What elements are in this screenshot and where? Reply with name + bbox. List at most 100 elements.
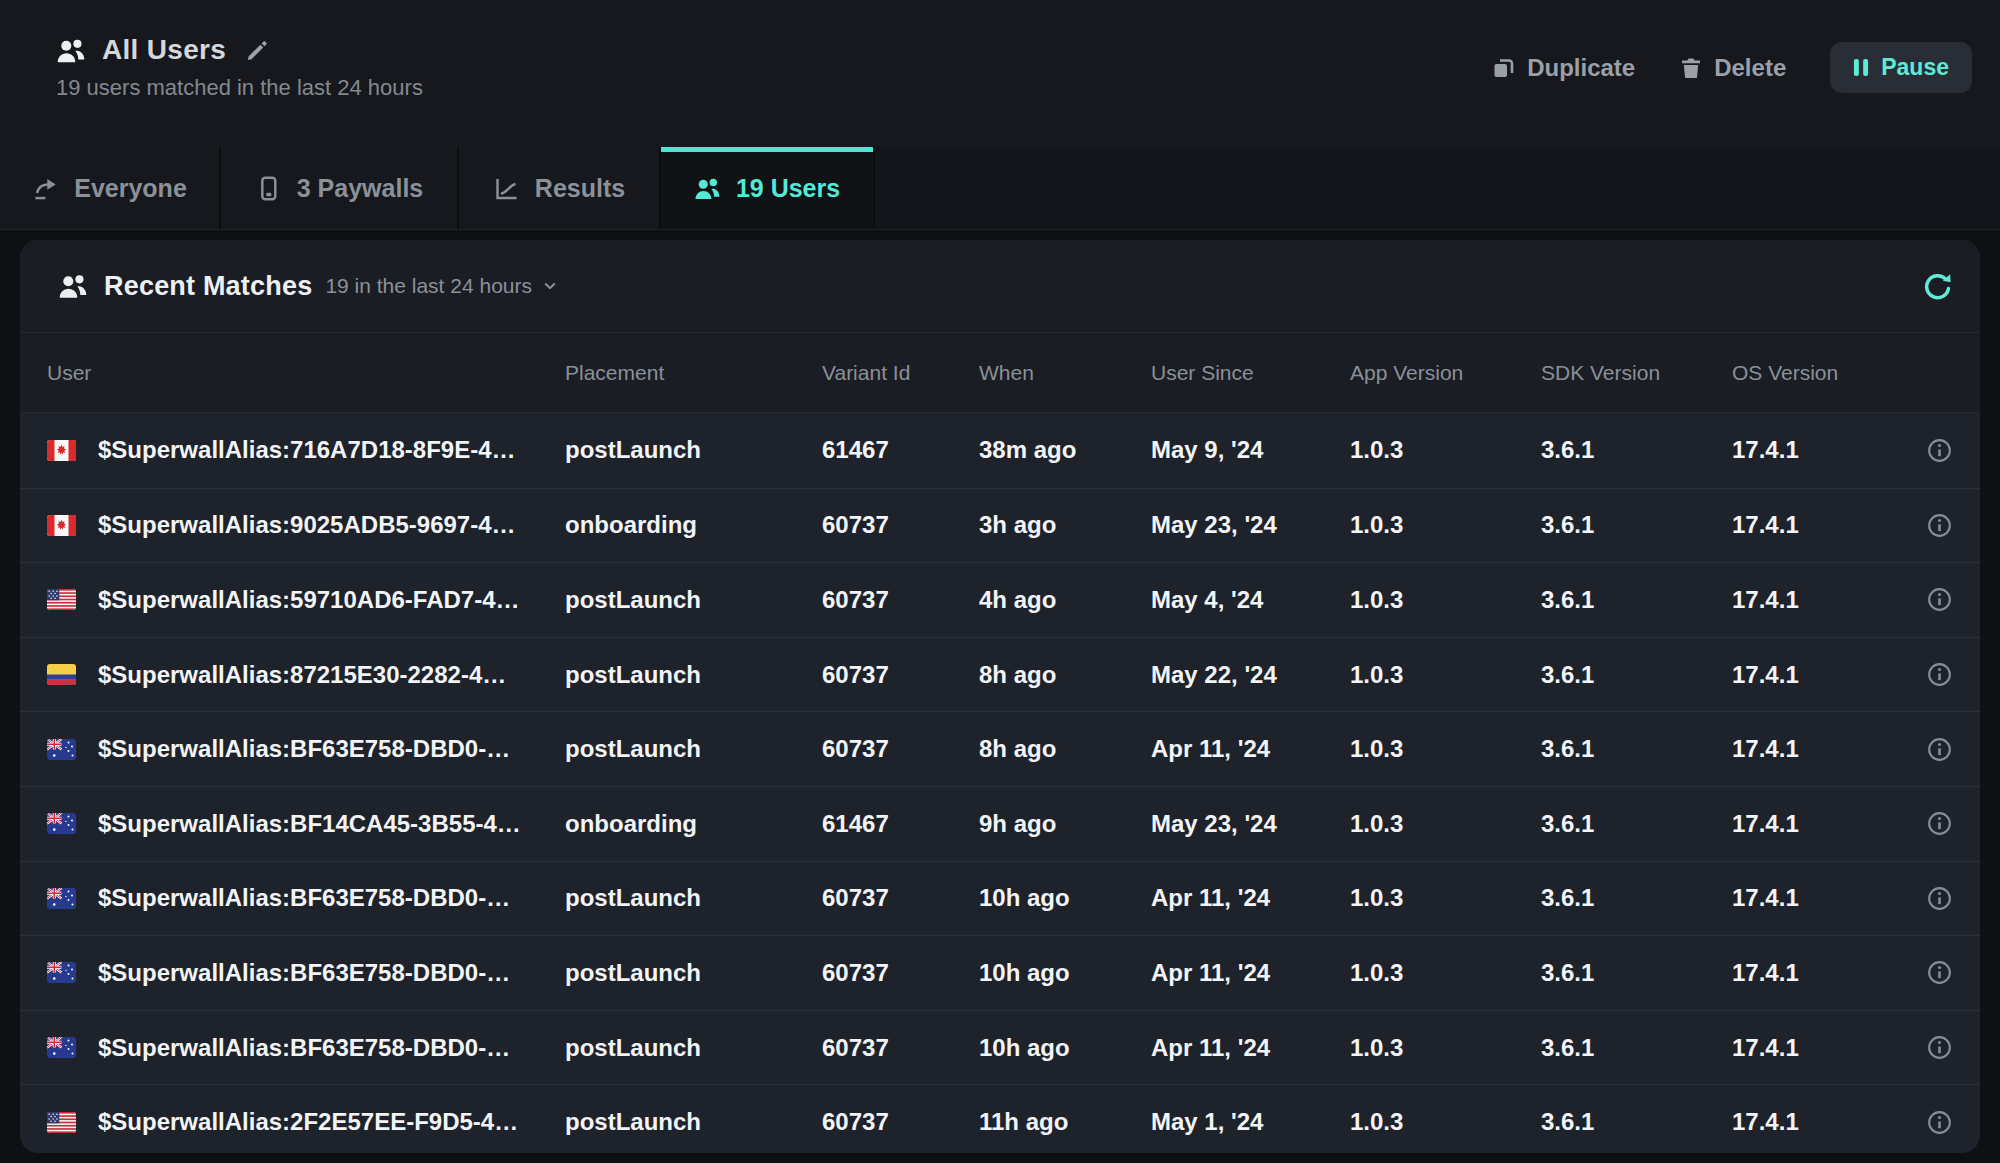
user-alias: $SuperwallAlias:BF63E758-DBD0-… (98, 735, 510, 763)
info-icon[interactable] (1926, 959, 1953, 986)
refresh-icon (1922, 271, 1953, 302)
os-version-cell: 17.4.1 (1732, 884, 1903, 912)
info-icon[interactable] (1926, 1109, 1953, 1136)
app-version-cell: 1.0.3 (1350, 1108, 1541, 1136)
table-row[interactable]: $SuperwallAlias:BF63E758-DBD0-… postLaun… (20, 861, 1980, 936)
when-cell: 10h ago (979, 884, 1151, 912)
info-icon[interactable] (1926, 512, 1953, 539)
app-version-cell: 1.0.3 (1350, 436, 1541, 464)
info-icon[interactable] (1926, 586, 1953, 613)
app-version-cell: 1.0.3 (1350, 735, 1541, 763)
sdk-version-cell: 3.6.1 (1541, 1108, 1732, 1136)
time-filter-dropdown[interactable]: 19 in the last 24 hours (325, 274, 559, 298)
variant-id-cell: 60737 (822, 586, 979, 614)
duplicate-button[interactable]: Duplicate (1492, 54, 1635, 82)
tab-paywalls[interactable]: 3 Paywalls (221, 147, 459, 229)
placement-cell: postLaunch (565, 959, 822, 987)
app-version-cell: 1.0.3 (1350, 661, 1541, 689)
app-version-cell: 1.0.3 (1350, 884, 1541, 912)
app-version-cell: 1.0.3 (1350, 959, 1541, 987)
table-row[interactable]: $SuperwallAlias:BF63E758-DBD0-… postLaun… (20, 711, 1980, 786)
user-since-cell: May 23, '24 (1151, 810, 1350, 838)
info-icon[interactable] (1926, 885, 1953, 912)
user-alias: $SuperwallAlias:87215E30-2282-4… (98, 661, 506, 689)
os-version-cell: 17.4.1 (1732, 511, 1903, 539)
user-cell: $SuperwallAlias:BF63E758-DBD0-… (47, 884, 565, 912)
sdk-version-cell: 3.6.1 (1541, 959, 1732, 987)
placement-cell: postLaunch (565, 1034, 822, 1062)
user-since-cell: Apr 11, '24 (1151, 959, 1350, 987)
os-version-cell: 17.4.1 (1732, 1034, 1903, 1062)
user-alias: $SuperwallAlias:9025ADB5-9697-4… (98, 511, 516, 539)
user-since-cell: May 23, '24 (1151, 511, 1350, 539)
variant-id-cell: 60737 (822, 1108, 979, 1136)
when-cell: 11h ago (979, 1108, 1151, 1136)
info-icon[interactable] (1926, 1034, 1953, 1061)
sdk-version-cell: 3.6.1 (1541, 436, 1732, 464)
user-cell: $SuperwallAlias:BF63E758-DBD0-… (47, 959, 565, 987)
user-alias: $SuperwallAlias:2F2E57EE-F9D5-4… (98, 1108, 518, 1136)
col-os-version: OS Version (1732, 361, 1903, 385)
table-row[interactable]: $SuperwallAlias:59710AD6-FAD7-4… postLau… (20, 562, 1980, 637)
copy-icon (1492, 56, 1516, 80)
share-icon (32, 175, 59, 202)
results-chart-icon (493, 175, 520, 202)
col-sdk-version: SDK Version (1541, 361, 1732, 385)
user-alias: $SuperwallAlias:BF63E758-DBD0-… (98, 959, 510, 987)
refresh-button[interactable] (1922, 271, 1953, 302)
main-content: Recent Matches 19 in the last 24 hours U… (0, 230, 2000, 1153)
user-cell: $SuperwallAlias:87215E30-2282-4… (47, 661, 565, 689)
info-icon[interactable] (1926, 736, 1953, 763)
when-cell: 3h ago (979, 511, 1151, 539)
flag-au-icon (47, 962, 76, 983)
sdk-version-cell: 3.6.1 (1541, 586, 1732, 614)
edit-icon[interactable] (246, 39, 269, 62)
tab-users[interactable]: 19 Users (661, 147, 875, 229)
recent-matches-card: Recent Matches 19 in the last 24 hours U… (20, 240, 1980, 1153)
flag-au-icon (47, 888, 76, 909)
user-since-cell: Apr 11, '24 (1151, 1034, 1350, 1062)
flag-au-icon (47, 1037, 76, 1058)
table-row[interactable]: $SuperwallAlias:9025ADB5-9697-4… onboard… (20, 488, 1980, 563)
recent-matches-header: Recent Matches 19 in the last 24 hours (20, 240, 1980, 333)
user-alias: $SuperwallAlias:716A7D18-8F9E-4… (98, 436, 516, 464)
flag-au-icon (47, 739, 76, 760)
user-cell: $SuperwallAlias:2F2E57EE-F9D5-4… (47, 1108, 565, 1136)
placement-cell: postLaunch (565, 661, 822, 689)
table-row[interactable]: $SuperwallAlias:BF63E758-DBD0-… postLaun… (20, 1010, 1980, 1085)
flag-ca-icon (47, 515, 76, 536)
user-since-cell: Apr 11, '24 (1151, 735, 1350, 763)
app-version-cell: 1.0.3 (1350, 586, 1541, 614)
app-version-cell: 1.0.3 (1350, 511, 1541, 539)
when-cell: 9h ago (979, 810, 1151, 838)
table-row[interactable]: $SuperwallAlias:2F2E57EE-F9D5-4… postLau… (20, 1084, 1980, 1153)
info-icon[interactable] (1926, 810, 1953, 837)
pause-button[interactable]: Pause (1830, 42, 1972, 93)
os-version-cell: 17.4.1 (1732, 1108, 1903, 1136)
os-version-cell: 17.4.1 (1732, 586, 1903, 614)
user-cell: $SuperwallAlias:59710AD6-FAD7-4… (47, 586, 565, 614)
delete-button[interactable]: Delete (1679, 54, 1786, 82)
user-since-cell: May 9, '24 (1151, 436, 1350, 464)
tab-results[interactable]: Results (459, 147, 661, 229)
users-icon (56, 37, 86, 64)
header-actions: Duplicate Delete Pause (1492, 0, 1972, 93)
user-alias: $SuperwallAlias:BF63E758-DBD0-… (98, 884, 510, 912)
user-cell: $SuperwallAlias:716A7D18-8F9E-4… (47, 436, 565, 464)
info-icon[interactable] (1926, 437, 1953, 464)
sdk-version-cell: 3.6.1 (1541, 511, 1732, 539)
phone-icon (255, 175, 282, 202)
sdk-version-cell: 3.6.1 (1541, 884, 1732, 912)
table-row[interactable]: $SuperwallAlias:BF63E758-DBD0-… postLaun… (20, 935, 1980, 1010)
variant-id-cell: 60737 (822, 1034, 979, 1062)
table-row[interactable]: $SuperwallAlias:716A7D18-8F9E-4… postLau… (20, 413, 1980, 488)
sdk-version-cell: 3.6.1 (1541, 661, 1732, 689)
info-icon[interactable] (1926, 661, 1953, 688)
flag-co-icon (47, 664, 76, 685)
placement-cell: postLaunch (565, 1108, 822, 1136)
tab-everyone[interactable]: Everyone (0, 147, 221, 229)
table-header-row: User Placement Variant Id When User Sinc… (20, 333, 1980, 413)
os-version-cell: 17.4.1 (1732, 810, 1903, 838)
table-row[interactable]: $SuperwallAlias:87215E30-2282-4… postLau… (20, 637, 1980, 712)
table-row[interactable]: $SuperwallAlias:BF14CA45-3B55-4… onboard… (20, 786, 1980, 861)
